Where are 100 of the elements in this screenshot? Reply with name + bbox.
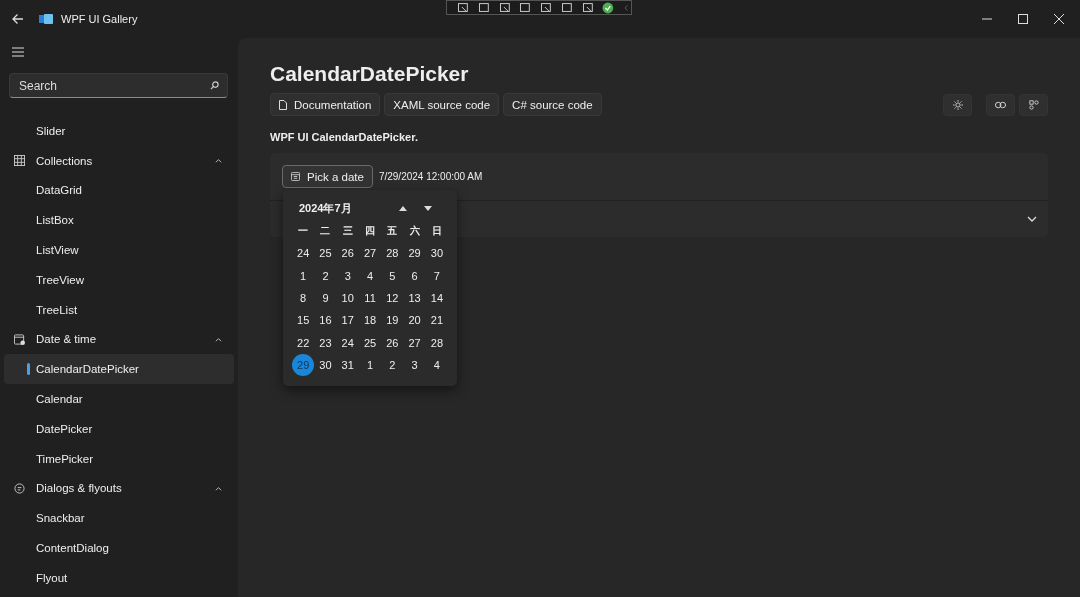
weekday-label: 五: [386, 224, 399, 239]
calendar-day[interactable]: 2: [381, 353, 404, 377]
maximize-icon[interactable]: [1018, 14, 1028, 24]
calendar-day[interactable]: 3: [336, 264, 359, 287]
calendar-day[interactable]: 31: [336, 353, 359, 377]
month-header[interactable]: 2024年7月: [299, 200, 352, 216]
calendar-day[interactable]: 13: [403, 286, 426, 310]
check-icon[interactable]: [602, 1, 615, 14]
next-month-icon[interactable]: [424, 205, 432, 211]
calendar-day[interactable]: 4: [358, 264, 382, 287]
window-title: WPF UI Gallery: [61, 13, 138, 25]
menu-icon[interactable]: [12, 47, 24, 57]
calendar-icon: [14, 333, 25, 345]
calendar-day[interactable]: 27: [403, 331, 426, 354]
sun-icon: [952, 99, 963, 110]
calendar-day[interactable]: 28: [425, 331, 449, 354]
nav-group[interactable]: Collections: [4, 145, 234, 176]
weekday-label: 三: [341, 224, 354, 239]
calendar-day[interactable]: 28: [381, 242, 404, 265]
nav-item[interactable]: DatePicker: [4, 413, 234, 444]
search-field[interactable]: Search: [9, 73, 228, 98]
calendar-day[interactable]: 25: [358, 331, 382, 354]
calendar-day[interactable]: 4: [425, 353, 449, 377]
weekday-label: 六: [408, 224, 421, 239]
calendar-icon: [291, 172, 300, 181]
calendar-day[interactable]: 1: [358, 353, 382, 377]
expand-chevron-icon[interactable]: [1027, 216, 1037, 222]
calendar-day[interactable]: 9: [314, 286, 337, 310]
link-copy-button[interactable]: [986, 93, 1015, 116]
calendar-day[interactable]: 18: [358, 309, 382, 332]
weekday-label: 二: [319, 224, 332, 239]
close-icon[interactable]: [1054, 14, 1064, 24]
nav-group[interactable]: Dialogs & flyouts: [4, 473, 234, 504]
link-button[interactable]: XAML source code: [384, 93, 500, 116]
calendar-day[interactable]: 2: [314, 264, 337, 287]
toolbar-tool-icon[interactable]: [498, 1, 511, 14]
calendar-day[interactable]: 3: [403, 353, 426, 377]
nav-item[interactable]: TreeView: [4, 265, 234, 295]
toolbar-tool-icon[interactable]: [519, 1, 532, 14]
calendar-day[interactable]: 11: [358, 286, 382, 310]
back-arrow-icon[interactable]: [12, 13, 24, 25]
toolbar-tool-icon[interactable]: [581, 1, 594, 14]
calendar-day[interactable]: 7: [425, 264, 449, 287]
toolbar-tool-icon[interactable]: [560, 1, 573, 14]
calendar-day[interactable]: 8: [292, 286, 315, 310]
calendar-day[interactable]: 10: [336, 286, 359, 310]
nav-item[interactable]: TreeList: [4, 294, 234, 325]
document-icon: [279, 99, 287, 110]
calendar-day[interactable]: 22: [292, 331, 315, 354]
calendar-day[interactable]: 19: [381, 309, 404, 332]
calendar-day[interactable]: 6: [403, 264, 426, 287]
nav-item[interactable]: Calendar: [4, 384, 234, 414]
calendar-day[interactable]: 26: [336, 242, 359, 265]
calendar-day[interactable]: 16: [314, 309, 337, 332]
calendar-day[interactable]: 17: [336, 309, 359, 332]
page-title: CalendarDatePicker: [270, 62, 470, 86]
chat-icon: [14, 482, 25, 494]
nav-item[interactable]: ListView: [4, 235, 234, 265]
weekday-label: 四: [364, 224, 377, 239]
toolbar-tool-icon[interactable]: [540, 1, 552, 14]
link-button[interactable]: C# source code: [503, 93, 602, 116]
calendar-day[interactable]: 23: [314, 331, 337, 354]
calendar-day[interactable]: 1: [292, 264, 315, 287]
nav-item[interactable]: Slider: [4, 116, 234, 146]
calendar-day[interactable]: 27: [358, 242, 382, 265]
nav-item[interactable]: CalendarDatePicker: [4, 354, 234, 385]
link-icon: [995, 100, 1006, 109]
selected-date-text: 7/29/2024 12:00:00 AM: [378, 171, 483, 182]
toolbar-tool-icon[interactable]: [477, 1, 490, 14]
app-logo-icon: [39, 14, 53, 24]
calendar-day[interactable]: 5: [381, 264, 404, 287]
calendar-day[interactable]: 24: [336, 331, 359, 354]
calendar-day[interactable]: 25: [314, 242, 337, 265]
nav-group[interactable]: Date & time: [4, 324, 234, 355]
nav-item[interactable]: Snackbar: [4, 503, 234, 534]
search-icon: [210, 81, 219, 90]
theme-button[interactable]: [943, 93, 972, 116]
nav-item[interactable]: ContentDialog: [4, 533, 234, 563]
calendar-day[interactable]: 20: [403, 309, 426, 332]
calendar-day[interactable]: 15: [292, 309, 315, 332]
link-button[interactable]: Documentation: [270, 93, 381, 116]
calendar-day[interactable]: 30: [425, 242, 449, 265]
nodes-icon: [1028, 99, 1039, 110]
calendar-day[interactable]: 14: [425, 286, 449, 310]
nav-item[interactable]: ListBox: [4, 205, 234, 236]
calendar-day[interactable]: 24: [292, 242, 315, 265]
weekday-label: 一: [297, 224, 310, 239]
nav-item[interactable]: DataGrid: [4, 175, 234, 206]
calendar-day[interactable]: 30: [314, 353, 337, 377]
previous-month-icon[interactable]: [399, 205, 407, 211]
calendar-day[interactable]: 12: [381, 286, 404, 310]
toolbar-tool-icon[interactable]: [457, 1, 469, 14]
calendar-day[interactable]: 29: [403, 242, 426, 265]
pick-date-button[interactable]: Pick a date: [282, 165, 373, 188]
nav-item[interactable]: Flyout: [4, 562, 234, 593]
calendar-day[interactable]: 21: [425, 309, 449, 332]
calendar-day[interactable]: 26: [381, 331, 404, 354]
grid-icon: [14, 155, 25, 167]
nav-item[interactable]: TimePicker: [4, 443, 234, 474]
share-button[interactable]: [1019, 93, 1048, 116]
